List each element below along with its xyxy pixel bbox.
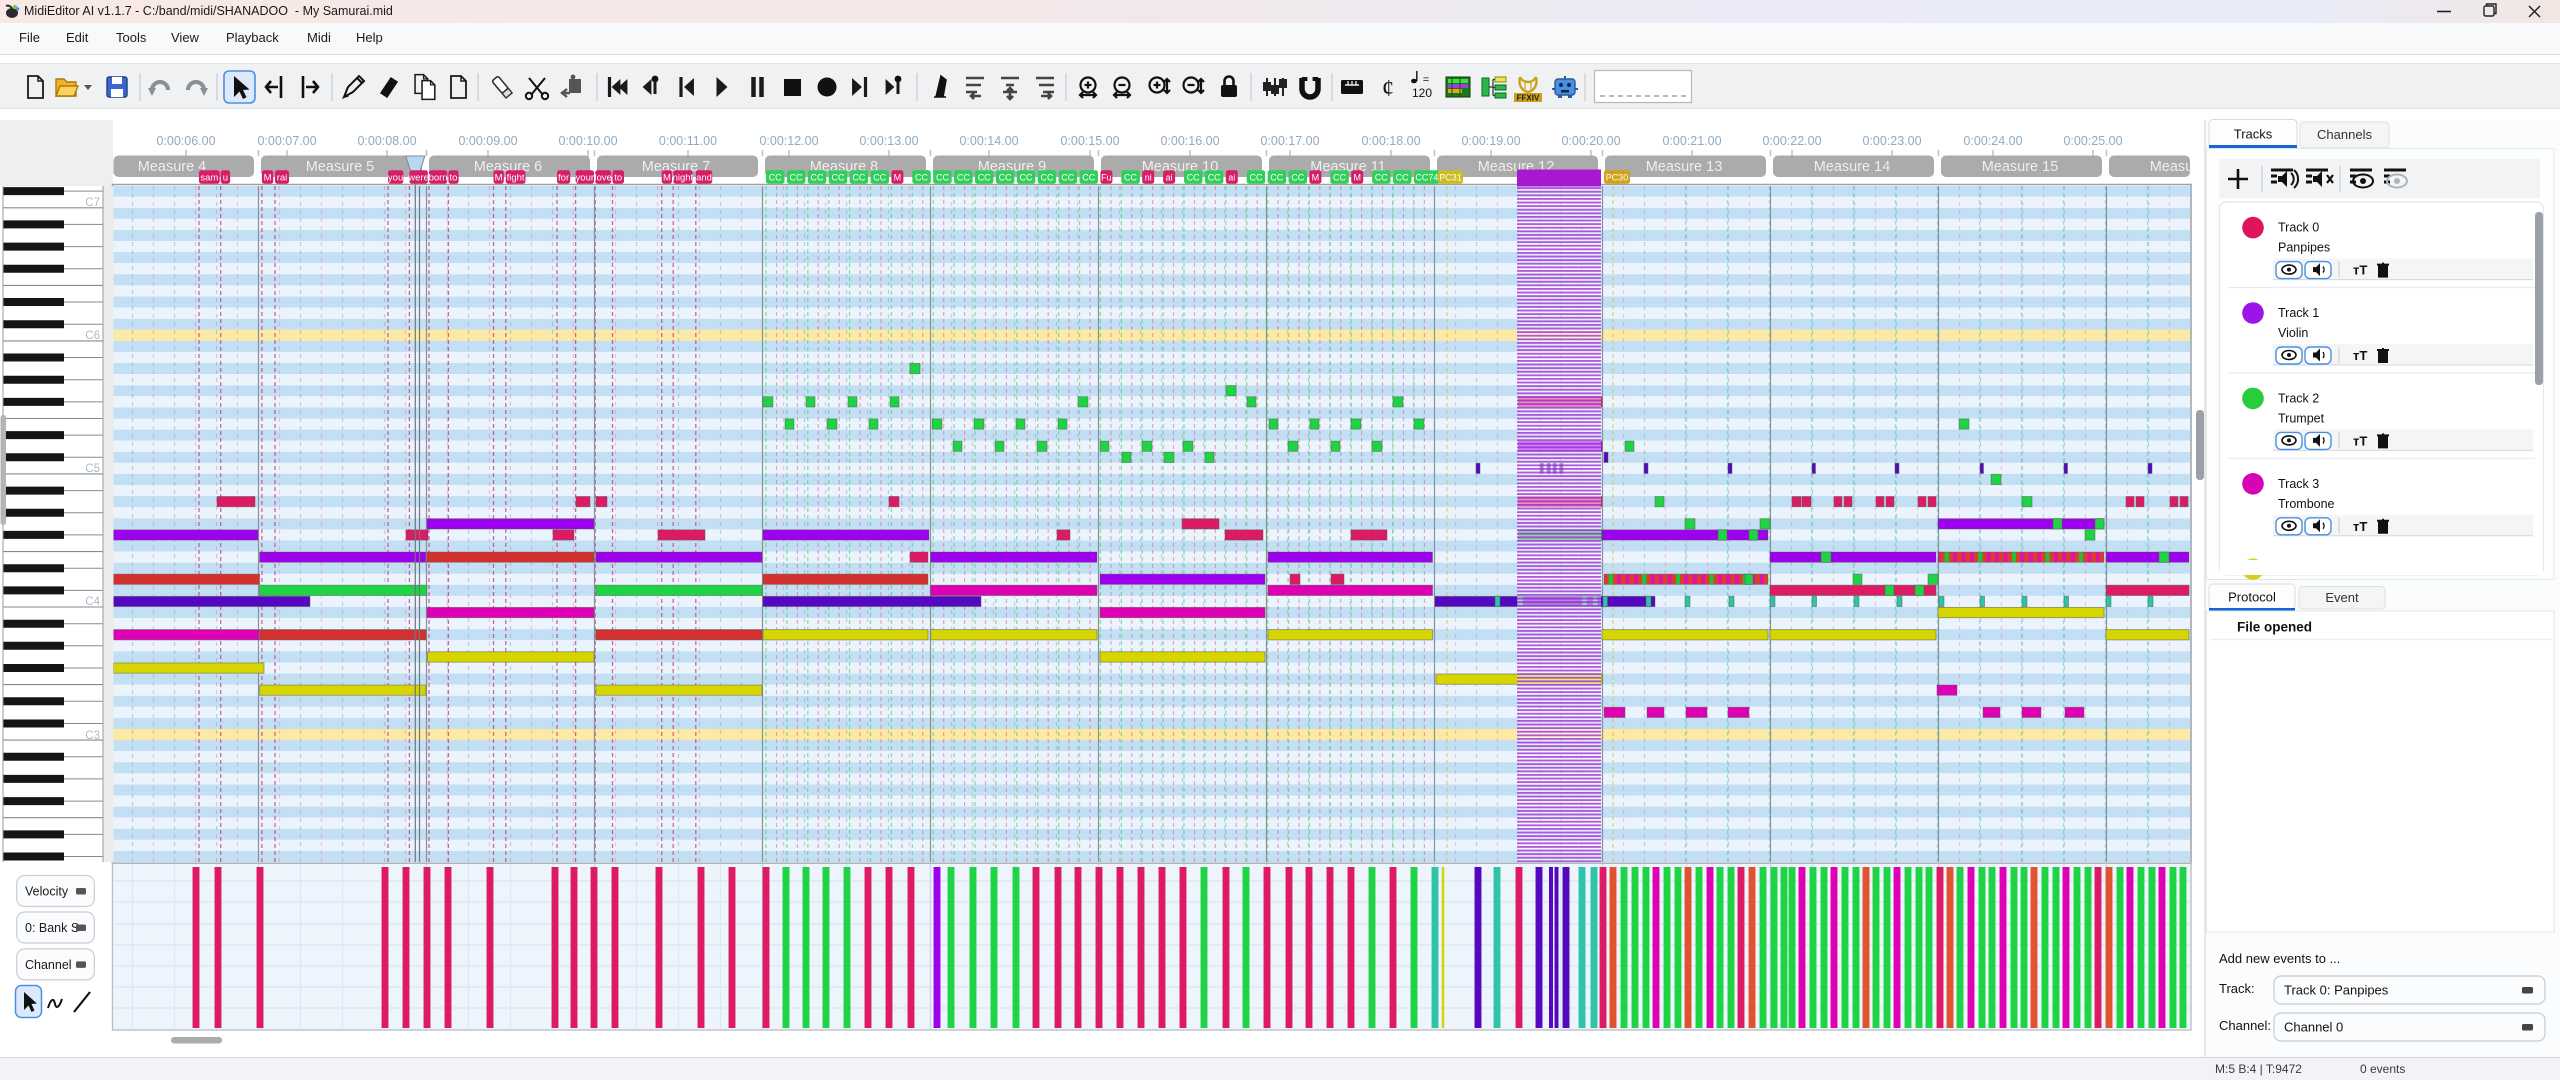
svg-text:Event: Event: [2325, 590, 2359, 605]
svg-text:ᴛT: ᴛT: [2353, 519, 2367, 534]
svg-text:ᴛT: ᴛT: [2353, 348, 2367, 363]
svg-text:Violin: Violin: [2278, 326, 2308, 340]
svg-text:File opened: File opened: [2237, 620, 2312, 635]
svg-text:Track 0: Track 0: [2278, 221, 2319, 235]
svg-text:Track 2: Track 2: [2278, 391, 2319, 405]
svg-text:Track 0: Panpipes: Track 0: Panpipes: [2284, 983, 2389, 998]
svg-text:Trombone: Trombone: [2278, 497, 2335, 511]
svg-text:ᴛT: ᴛT: [2353, 263, 2367, 278]
svg-text:Protocol: Protocol: [2228, 590, 2276, 605]
svg-text:Track 1: Track 1: [2278, 306, 2319, 320]
svg-text:Track 3: Track 3: [2278, 477, 2319, 491]
svg-text:Track:: Track:: [2219, 981, 2255, 996]
svg-text:Tracks: Tracks: [2234, 127, 2273, 142]
svg-text:Channels: Channels: [2317, 127, 2372, 142]
svg-text:Trumpet: Trumpet: [2278, 411, 2325, 425]
svg-text:Channel 0: Channel 0: [2284, 1020, 2343, 1035]
svg-text:Channel:: Channel:: [2219, 1018, 2271, 1033]
svg-text:Panpipes: Panpipes: [2278, 241, 2330, 255]
svg-text:ᴛT: ᴛT: [2353, 433, 2367, 448]
svg-text:Add new events to ...: Add new events to ...: [2219, 951, 2340, 966]
